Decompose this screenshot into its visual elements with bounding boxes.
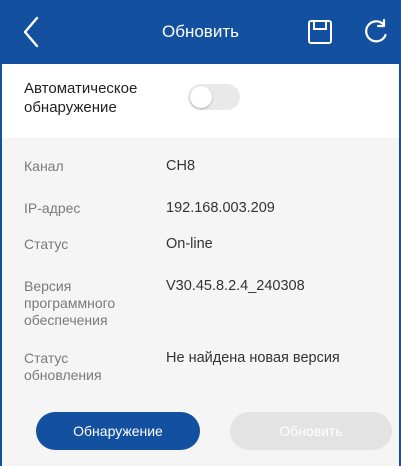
ip-label: IP-адрес (24, 200, 81, 216)
auto-detect-label: Автоматическое обнаружение (24, 80, 138, 116)
save-button[interactable] (302, 0, 338, 64)
update-screen: Обновить Автоматическое обнаружение Кана… (2, 0, 399, 466)
channel-value: CH8 (166, 158, 196, 174)
refresh-button[interactable] (358, 0, 394, 64)
header-bar: Обновить (2, 0, 399, 64)
save-icon (308, 20, 332, 44)
ip-value: 192.168.003.209 (166, 200, 275, 216)
status-label: Статус (24, 236, 69, 252)
status-value: On-line (166, 236, 213, 252)
back-button[interactable] (16, 0, 46, 64)
refresh-icon (365, 18, 387, 43)
channel-label: Канал (24, 158, 64, 174)
update-status-label: Статус обновления (24, 350, 102, 383)
update-button[interactable]: Обновить (230, 412, 392, 450)
auto-detect-toggle[interactable] (188, 84, 240, 110)
version-value: V30.45.8.2.4_240308 (166, 278, 305, 294)
update-status-value: Не найдена новая версия (166, 350, 340, 366)
page-title: Обновить (162, 22, 239, 41)
toggle-knob (190, 86, 212, 108)
version-label: Версия программного обеспечения (24, 278, 116, 328)
chevron-left-icon (23, 16, 39, 48)
detect-button[interactable]: Обнаружение (36, 412, 200, 450)
